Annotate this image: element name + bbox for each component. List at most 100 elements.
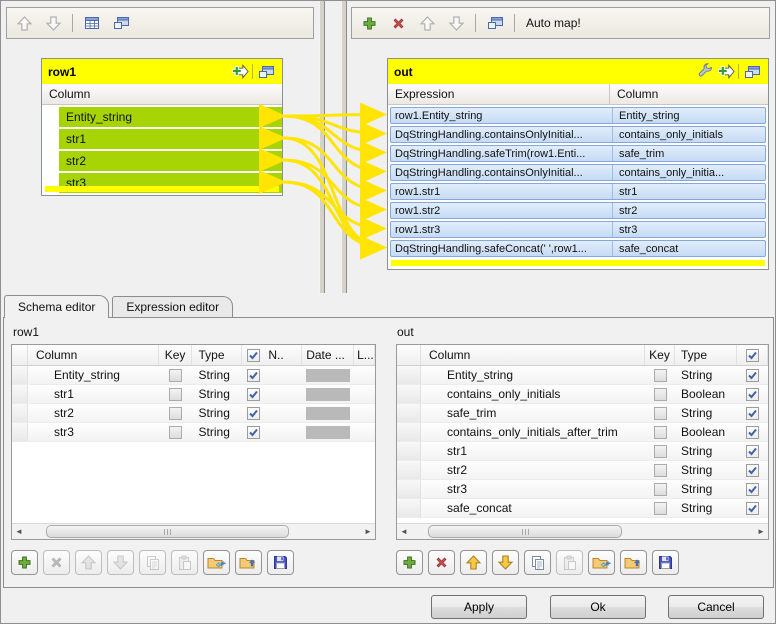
horizontal-scrollbar[interactable]: ◄► (12, 523, 375, 539)
output-expression-cell[interactable]: row1.str3 (391, 222, 613, 237)
tables-view-button[interactable] (82, 12, 102, 34)
nullable-checkbox[interactable] (746, 445, 759, 458)
column-name-cell[interactable]: contains_only_initials (421, 385, 645, 403)
output-expression-cell[interactable]: row1.Entity_string (391, 108, 613, 123)
move-down-button[interactable] (107, 550, 134, 575)
mapping-link[interactable] (283, 182, 384, 229)
key-checkbox[interactable] (169, 388, 182, 401)
key-checkbox[interactable] (169, 407, 182, 420)
column-name-cell[interactable]: str2 (421, 461, 645, 479)
output-expression-cell[interactable]: row1.str1 (391, 184, 613, 199)
tab-schema-editor[interactable]: Schema editor (4, 295, 109, 318)
schema-row[interactable]: str2String (12, 404, 375, 423)
nullable-checkbox[interactable] (746, 426, 759, 439)
nullable-select-all-checkbox[interactable] (247, 349, 260, 362)
nullable-checkbox[interactable] (247, 407, 260, 420)
key-checkbox[interactable] (654, 483, 667, 496)
add-column-button[interactable] (396, 550, 423, 575)
input-hscrollbar[interactable] (45, 186, 279, 192)
key-checkbox[interactable] (169, 426, 182, 439)
schema-row[interactable]: Entity_string String (12, 366, 375, 385)
output-row[interactable]: row1.str2str2 (390, 202, 766, 219)
output-row[interactable]: DqStringHandling.containsOnlyInitial...c… (390, 164, 766, 181)
remove-column-button[interactable] (43, 550, 70, 575)
output-hscrollbar[interactable] (391, 260, 765, 266)
type-cell[interactable]: Boolean (675, 423, 737, 441)
save-schema-button[interactable] (267, 550, 294, 575)
add-output-button[interactable] (359, 12, 379, 34)
schema-row[interactable]: str1String (397, 442, 768, 461)
tab-expression-editor[interactable]: Expression editor (112, 296, 233, 317)
type-cell[interactable]: String (193, 404, 243, 422)
output-expression-cell[interactable]: row1.str2 (391, 203, 613, 218)
nullable-checkbox[interactable] (746, 407, 759, 420)
output-row[interactable]: DqStringHandling.safeConcat(' ',row1...s… (390, 240, 766, 257)
mapping-link[interactable] (283, 182, 384, 248)
remove-column-button[interactable] (428, 550, 455, 575)
copy-button[interactable] (139, 550, 166, 575)
wrench-icon[interactable] (695, 62, 715, 82)
schema-row[interactable]: safe_trim String (397, 404, 768, 423)
date-pattern-box[interactable] (306, 426, 350, 439)
auto-map-button[interactable]: Auto map! (524, 16, 581, 30)
output-expression-cell[interactable]: DqStringHandling.safeConcat(' ',row1... (391, 241, 613, 256)
nullable-checkbox[interactable] (746, 388, 759, 401)
import-schema-button[interactable] (203, 550, 230, 575)
nullable-checkbox[interactable] (247, 426, 260, 439)
key-checkbox[interactable] (654, 502, 667, 515)
type-cell[interactable]: Boolean (675, 385, 737, 403)
nullable-checkbox[interactable] (746, 464, 759, 477)
move-down-button[interactable] (446, 12, 466, 34)
output-expression-cell[interactable]: DqStringHandling.safeTrim(row1.Enti... (391, 146, 613, 161)
type-cell[interactable]: String (675, 404, 737, 422)
apply-button[interactable]: Apply (431, 595, 527, 619)
key-checkbox[interactable] (169, 369, 182, 382)
type-cell[interactable]: String (675, 366, 737, 384)
import-schema-button[interactable] (588, 550, 615, 575)
type-cell[interactable]: String (675, 480, 737, 498)
type-cell[interactable]: String (193, 366, 243, 384)
date-pattern-box[interactable] (306, 407, 350, 420)
scroll-right-arrow[interactable]: ► (361, 524, 375, 539)
nullable-checkbox[interactable] (746, 369, 759, 382)
separate-window-button[interactable] (485, 12, 505, 34)
output-column-cell[interactable]: Entity_string (613, 110, 765, 122)
scroll-thumb[interactable] (428, 525, 622, 538)
mapping-link[interactable] (283, 138, 384, 191)
move-up-button[interactable] (75, 550, 102, 575)
output-expression-cell[interactable]: DqStringHandling.containsOnlyInitial... (391, 127, 613, 142)
key-checkbox[interactable] (654, 369, 667, 382)
output-column-cell[interactable]: str2 (613, 205, 765, 217)
schema-row[interactable]: str3String (397, 480, 768, 499)
scroll-left-arrow[interactable]: ◄ (12, 524, 26, 539)
type-cell[interactable]: String (675, 499, 737, 517)
mapping-link[interactable] (283, 116, 384, 172)
scroll-left-arrow[interactable]: ◄ (397, 524, 411, 539)
mapping-link[interactable] (283, 115, 384, 117)
column-name-cell[interactable]: safe_concat (421, 499, 645, 517)
column-name-cell[interactable]: Entity_string (28, 366, 159, 384)
move-down-button[interactable] (492, 550, 519, 575)
output-column-cell[interactable]: safe_concat (613, 243, 765, 255)
nullable-checkbox[interactable] (247, 369, 260, 382)
schema-row[interactable]: contains_only_initials_after_trimBoolean (397, 423, 768, 442)
horizontal-scrollbar[interactable]: ◄► (397, 523, 768, 539)
output-column-cell[interactable]: contains_only_initia... (613, 167, 765, 179)
mapping-link[interactable] (283, 116, 384, 153)
nullable-select-all-checkbox[interactable] (746, 349, 759, 362)
column-name-cell[interactable]: safe_trim (421, 404, 645, 422)
input-column-row[interactable]: str2 (42, 151, 282, 171)
output-row[interactable]: row1.str1str1 (390, 183, 766, 200)
key-checkbox[interactable] (654, 426, 667, 439)
add-column-arrow-icon[interactable] (715, 62, 735, 82)
separate-window-icon[interactable] (256, 62, 276, 82)
column-name-cell[interactable]: str1 (28, 385, 159, 403)
panel-sash-right[interactable] (341, 1, 347, 293)
schema-row[interactable]: str2String (397, 461, 768, 480)
output-column-cell[interactable]: contains_only_initials (613, 129, 765, 141)
schema-row[interactable]: contains_only_initials Boolean (397, 385, 768, 404)
cancel-button[interactable]: Cancel (668, 595, 764, 619)
separate-window-button[interactable] (111, 12, 131, 34)
type-cell[interactable]: String (193, 385, 243, 403)
nullable-checkbox[interactable] (746, 483, 759, 496)
